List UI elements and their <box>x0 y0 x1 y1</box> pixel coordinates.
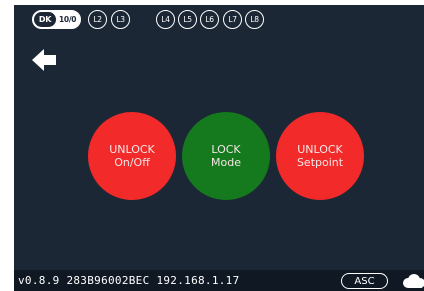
channel-l5[interactable]: L5 <box>178 10 197 29</box>
channel-l6[interactable]: L6 <box>200 10 219 29</box>
bottom-status-bar: v0.8.9 283B96002BEC 192.168.1.17 ASC <box>14 270 424 291</box>
channel-l4[interactable]: L4 <box>156 10 175 29</box>
device-info-text: v0.8.9 283B96002BEC 192.168.1.17 <box>18 274 240 287</box>
top-status-bar: DK 10/0 L2 L3 L4 L5 L6 L7 L8 <box>14 5 424 33</box>
asc-mode-badge[interactable]: ASC <box>341 273 388 289</box>
back-button[interactable] <box>32 49 56 71</box>
channel-l8[interactable]: L8 <box>245 10 264 29</box>
device-screen: DK 10/0 L2 L3 L4 L5 L6 L7 L8 UNLOCK On/O… <box>14 5 424 291</box>
channel-l7[interactable]: L7 <box>223 10 242 29</box>
dk-ratio: 10/0 <box>59 15 77 24</box>
channel-l2[interactable]: L2 <box>88 10 107 29</box>
unlock-onoff-line2: On/Off <box>114 156 150 169</box>
arrow-left-icon <box>32 49 56 71</box>
lock-mode-line2: Mode <box>211 156 241 169</box>
lock-mode-line1: LOCK <box>211 143 241 156</box>
lock-mode-button[interactable]: LOCK Mode <box>182 112 270 200</box>
channel-l3[interactable]: L3 <box>111 10 130 29</box>
unlock-onoff-line1: UNLOCK <box>109 143 155 156</box>
dk-indicator[interactable]: DK 10/0 <box>32 10 81 29</box>
unlock-setpoint-line2: Setpoint <box>296 156 344 169</box>
unlock-onoff-button[interactable]: UNLOCK On/Off <box>88 112 176 200</box>
dk-label: DK <box>34 12 56 27</box>
unlock-setpoint-button[interactable]: UNLOCK Setpoint <box>276 112 364 200</box>
cloud-icon <box>403 274 424 288</box>
unlock-setpoint-line1: UNLOCK <box>297 143 343 156</box>
